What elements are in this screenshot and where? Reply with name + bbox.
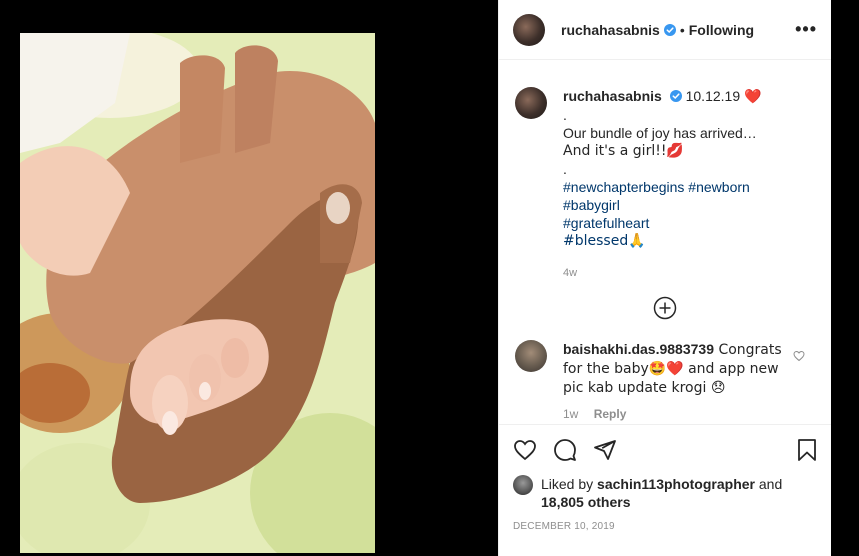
comment-item: baishakhi.das.9883739 Congrats for the b…	[515, 340, 815, 423]
header-separator: •	[679, 21, 685, 38]
load-more-comments-icon[interactable]	[653, 296, 677, 320]
verified-badge-icon	[663, 23, 676, 36]
hashtag-link[interactable]: #newchapterbegins #newborn	[563, 178, 761, 196]
caption-line: .	[563, 161, 567, 177]
caption-body: ruchahasabnis 10.12.19 ❤️ . Our bundle o…	[563, 87, 761, 282]
likes-count-link[interactable]: 18,805 others	[541, 494, 631, 510]
hashtag-link[interactable]: #gratefulheart	[563, 214, 761, 232]
post-panel: ruchahasabnis • Following ••• ruchahasab…	[498, 0, 831, 556]
comment-age[interactable]: 1w	[563, 407, 578, 421]
action-icons-row	[513, 435, 819, 465]
more-options-icon[interactable]: •••	[795, 19, 817, 40]
reply-button[interactable]: Reply	[594, 407, 627, 421]
comments-section[interactable]: ruchahasabnis 10.12.19 ❤️ . Our bundle o…	[499, 61, 831, 424]
media-pane	[0, 0, 498, 556]
share-direct-icon[interactable]	[593, 438, 617, 462]
commenter-username[interactable]: baishakhi.das.9883739	[563, 341, 714, 357]
caption: ruchahasabnis 10.12.19 ❤️ . Our bundle o…	[515, 61, 815, 282]
hashtag-link[interactable]: #babygirl	[563, 196, 761, 214]
caption-header: ruchahasabnis 10.12.19 ❤️	[563, 87, 761, 106]
caption-line: And it's a girl!!💋	[563, 143, 684, 159]
author-username[interactable]: ruchahasabnis	[561, 22, 660, 38]
comment-body: baishakhi.das.9883739 Congrats for the b…	[563, 340, 783, 423]
post-date[interactable]: DECEMBER 10, 2019	[513, 521, 819, 532]
likes-summary: Liked by sachin113photographer and 18,80…	[513, 475, 819, 511]
author-avatar[interactable]	[513, 13, 545, 46]
like-comment-heart-icon[interactable]	[793, 350, 805, 362]
caption-age[interactable]: 4w	[563, 264, 761, 282]
post-actions: Liked by sachin113photographer and 18,80…	[499, 424, 831, 532]
caption-line: .	[563, 107, 567, 123]
liked-by-prefix: Liked by	[541, 476, 598, 492]
verified-badge-icon	[669, 90, 682, 102]
likes-text: Liked by sachin113photographer and 18,80…	[541, 475, 782, 511]
liker-avatar[interactable]	[513, 475, 533, 495]
post-photo[interactable]	[20, 33, 375, 553]
hashtag-link[interactable]: #blessed🙏	[563, 232, 761, 250]
heart-emoji: ❤️	[744, 89, 762, 105]
save-bookmark-icon[interactable]	[795, 438, 819, 462]
caption-line: Our bundle of joy has arrived…	[563, 125, 757, 141]
comment-bubble-icon[interactable]	[553, 438, 577, 462]
following-button[interactable]: Following	[689, 22, 754, 38]
caption-date: 10.12.19	[685, 88, 741, 104]
photo-illustration	[20, 33, 375, 553]
caption-avatar[interactable]	[515, 87, 547, 119]
top-liker-username[interactable]: sachin113photographer	[597, 476, 755, 492]
post-header: ruchahasabnis • Following •••	[499, 0, 831, 60]
likes-joiner: and	[754, 476, 783, 492]
caption-username[interactable]: ruchahasabnis	[563, 88, 662, 104]
like-heart-icon[interactable]	[513, 438, 537, 462]
commenter-avatar[interactable]	[515, 340, 547, 372]
comment-meta: 1w Reply	[563, 405, 783, 423]
